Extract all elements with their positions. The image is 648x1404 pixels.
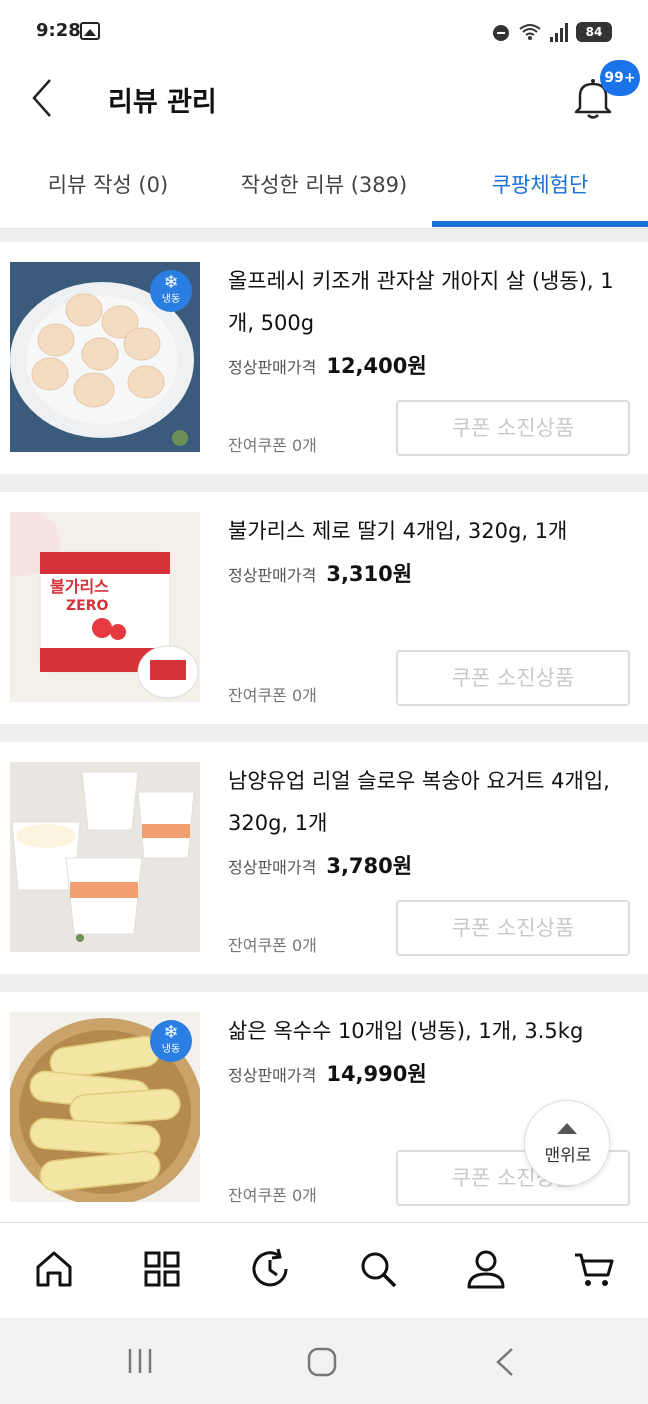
app-header: 리뷰 관리 [0, 64, 648, 140]
remaining-coupons: 잔여쿠폰 0개 [228, 436, 317, 455]
product-price: 3,310원 [326, 562, 413, 586]
cart-icon[interactable] [572, 1247, 616, 1291]
notification-badge: 99+ [600, 60, 640, 96]
my-account-icon[interactable] [464, 1247, 508, 1291]
tab-written-reviews[interactable]: 작성한 리뷰 (389) [216, 140, 432, 228]
remaining-coupons: 잔여쿠폰 0개 [228, 686, 317, 705]
product-card[interactable]: 불가리스 ZERO 불가리스 제로 딸기 4개입, 320g, 1개 정상판매가… [0, 492, 648, 724]
recent-history-icon[interactable] [248, 1247, 292, 1291]
scroll-to-top-label: 맨위로 [544, 1146, 592, 1166]
search-icon[interactable] [356, 1247, 400, 1291]
product-image-yogurt-strawberry[interactable]: 불가리스 ZERO [10, 512, 200, 702]
product-price: 12,400원 [326, 354, 427, 378]
product-price: 14,990원 [326, 1062, 427, 1086]
status-time: 9:28 [36, 20, 81, 41]
price-label: 정상판매가격 [228, 1066, 317, 1085]
svg-text:ZERO: ZERO [66, 598, 108, 614]
product-image-corn[interactable]: ❄ 냉동 [10, 1012, 200, 1202]
battery-icon: 84 [576, 22, 612, 42]
active-tab-indicator [432, 221, 648, 227]
price-row: 정상판매가격 14,990원 [228, 1058, 427, 1088]
frozen-badge: ❄ 냉동 [150, 270, 192, 312]
snowflake-icon: ❄ [163, 1022, 179, 1043]
price-row: 정상판매가격 12,400원 [228, 350, 427, 380]
product-image-peach-yogurt[interactable] [10, 762, 200, 952]
coupon-soldout-button[interactable]: 쿠폰 소진상품 [396, 900, 630, 956]
system-navigation-bar [0, 1318, 648, 1404]
do-not-disturb-icon [493, 25, 509, 41]
status-bar: 9:28 84 [0, 0, 648, 64]
back-button-icon[interactable] [490, 1346, 520, 1378]
page-title: 리뷰 관리 [108, 87, 217, 118]
scroll-to-top-button[interactable]: 맨위로 [524, 1100, 610, 1186]
product-list: ❄ 냉동 올프레시 키조개 관자살 개아지 살 (냉동), 1개, 500g 정… [0, 242, 648, 1222]
tab-write-review[interactable]: 리뷰 작성 (0) [0, 140, 216, 228]
bottom-navigation [0, 1222, 648, 1319]
home-icon[interactable] [32, 1247, 76, 1291]
product-card[interactable]: ❄ 냉동 올프레시 키조개 관자살 개아지 살 (냉동), 1개, 500g 정… [0, 242, 648, 474]
product-name: 삶은 옥수수 10개입 (냉동), 1개, 3.5kg [228, 1019, 584, 1043]
tab-coupang-tester[interactable]: 쿠팡체험단 [432, 140, 648, 228]
home-button-icon[interactable] [306, 1346, 338, 1378]
product-name: 남양유업 리얼 슬로우 복숭아 요거트 4개입, 320g, 1개 [228, 769, 610, 835]
category-grid-icon[interactable] [140, 1247, 184, 1291]
remaining-coupons: 잔여쿠폰 0개 [228, 936, 317, 955]
review-tabs: 리뷰 작성 (0) 작성한 리뷰 (389) 쿠팡체험단 [0, 140, 648, 229]
gallery-notification-icon [80, 22, 100, 40]
price-label: 정상판매가격 [228, 358, 317, 377]
back-arrow-icon[interactable] [28, 78, 68, 118]
product-price: 3,780원 [326, 854, 413, 878]
remaining-coupons: 잔여쿠폰 0개 [228, 1186, 317, 1205]
arrow-up-icon [557, 1123, 577, 1134]
product-image-scallops[interactable]: ❄ 냉동 [10, 262, 200, 452]
snowflake-icon: ❄ [163, 272, 179, 293]
signal-icon [550, 22, 570, 42]
coupon-soldout-button[interactable]: 쿠폰 소진상품 [396, 650, 630, 706]
price-label: 정상판매가격 [228, 858, 317, 877]
recent-apps-icon[interactable] [126, 1346, 156, 1376]
wifi-icon [518, 22, 542, 46]
product-card[interactable]: 남양유업 리얼 슬로우 복숭아 요거트 4개입, 320g, 1개 정상판매가격… [0, 742, 648, 974]
product-name: 올프레시 키조개 관자살 개아지 살 (냉동), 1개, 500g [228, 269, 614, 335]
product-name: 불가리스 제로 딸기 4개입, 320g, 1개 [228, 519, 568, 543]
frozen-badge: ❄ 냉동 [150, 1020, 192, 1062]
coupon-soldout-button[interactable]: 쿠폰 소진상품 [396, 400, 630, 456]
price-row: 정상판매가격 3,310원 [228, 558, 412, 588]
price-row: 정상판매가격 3,780원 [228, 850, 412, 880]
price-label: 정상판매가격 [228, 566, 317, 585]
svg-text:불가리스: 불가리스 [50, 577, 109, 596]
